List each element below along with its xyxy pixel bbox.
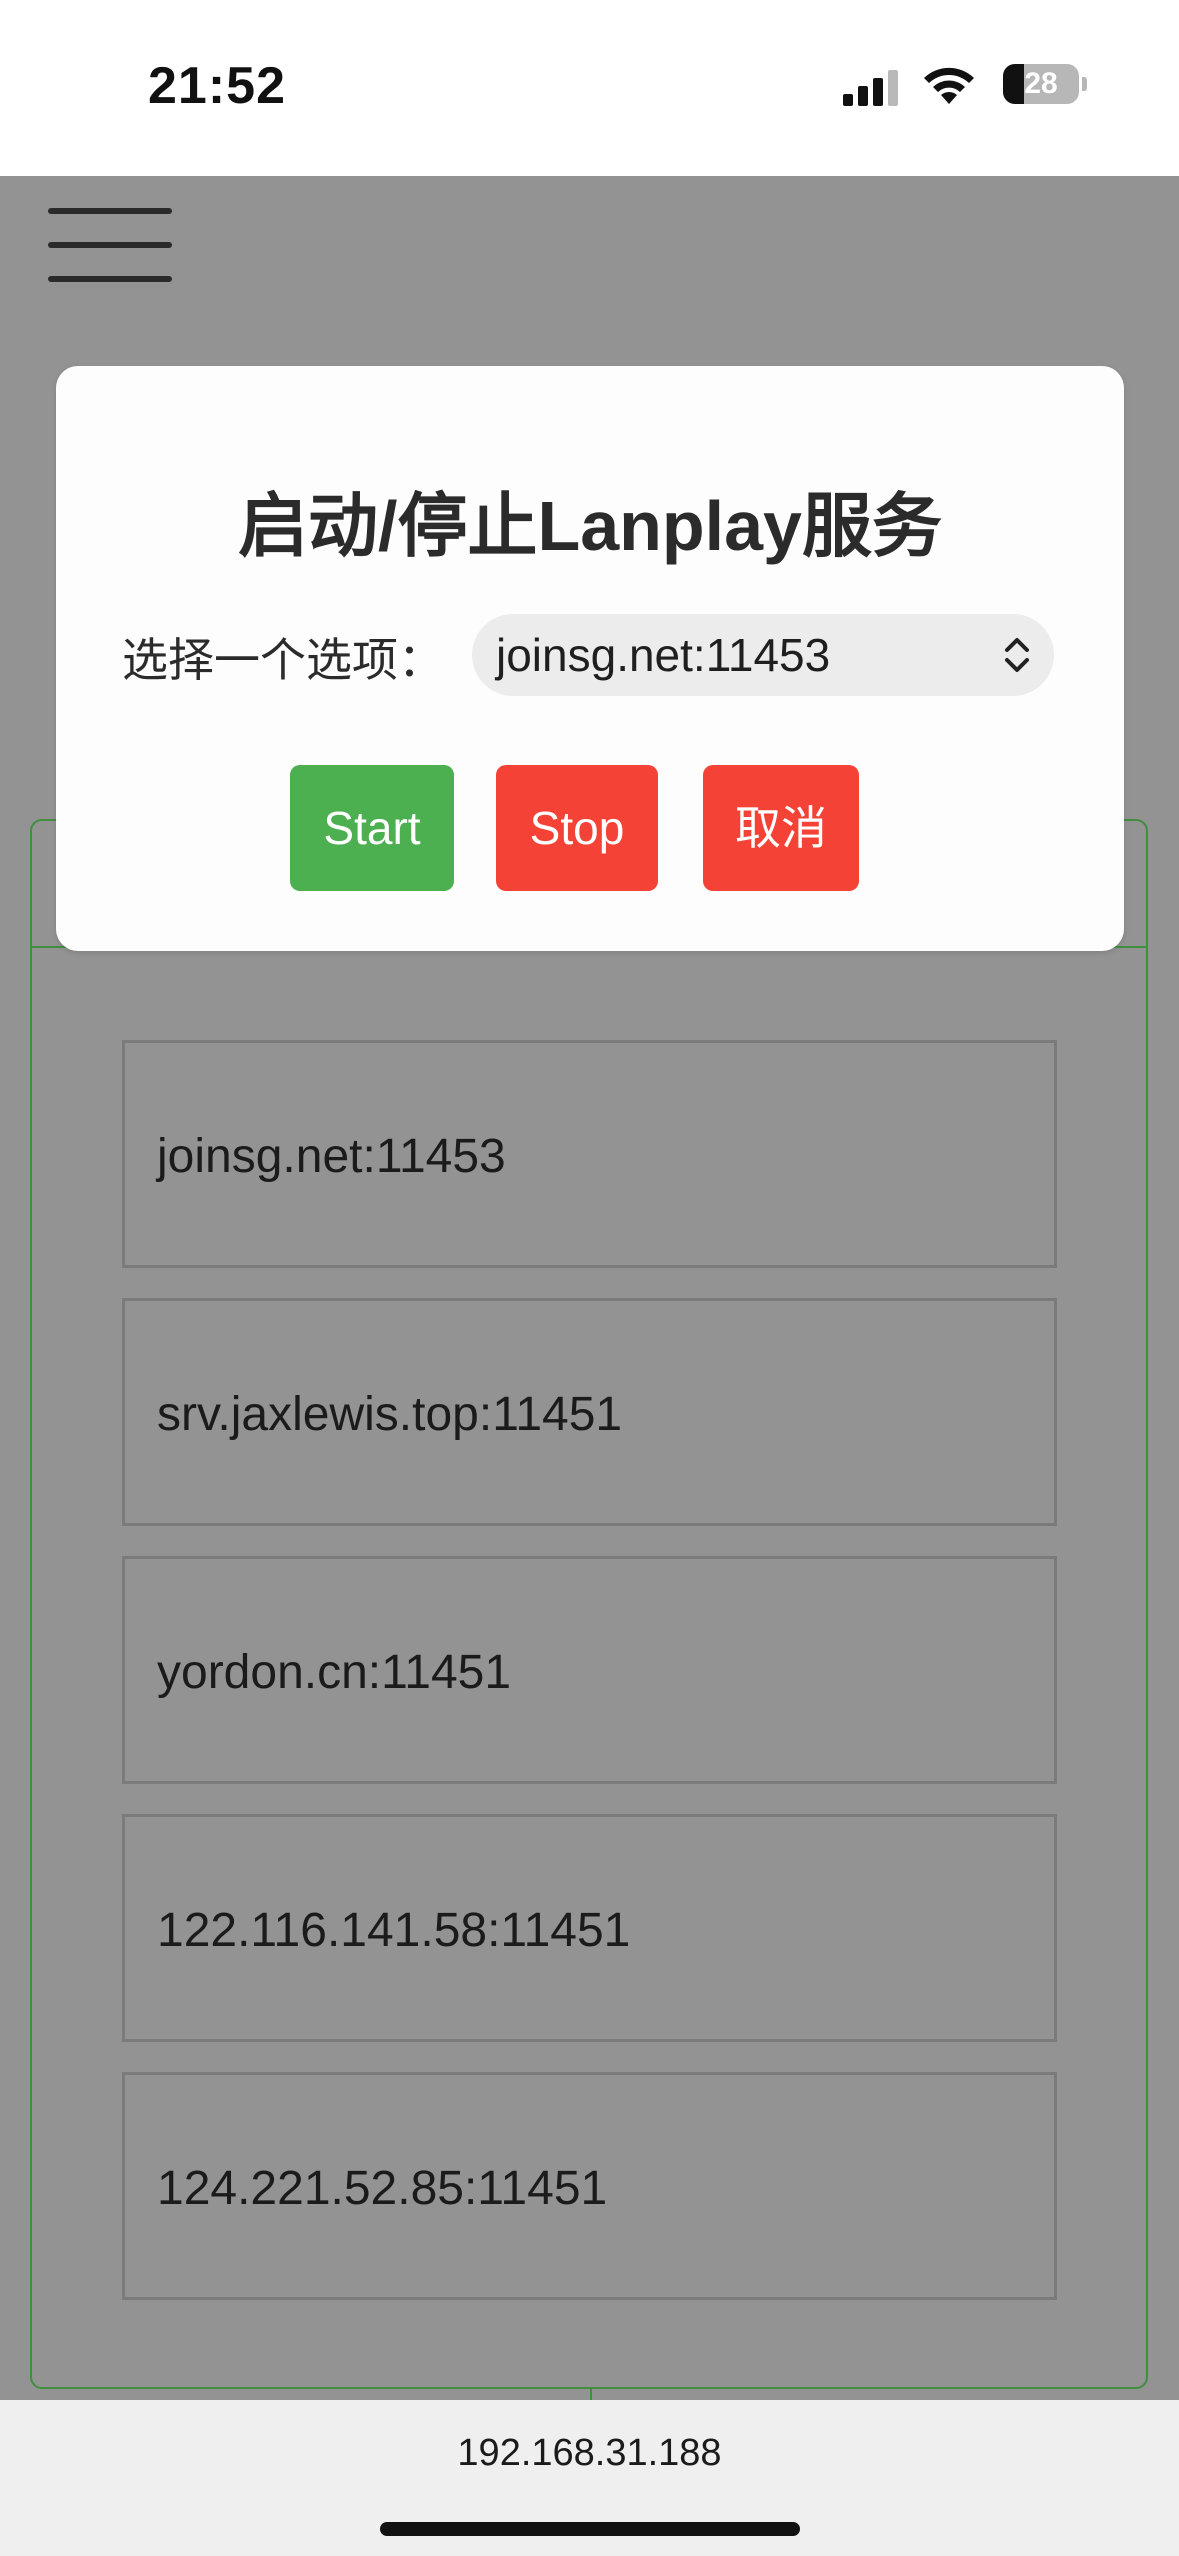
chevron-up-down-icon [1005,638,1029,672]
server-item[interactable]: 124.221.52.85:11451 [122,2072,1057,2300]
battery-level: 28 [1024,67,1058,100]
start-button[interactable]: Start [290,765,454,891]
status-bar: 21:52 28 [0,0,1179,176]
signal-icon [843,70,898,106]
battery-icon: 28 [1003,62,1089,106]
server-label: srv.jaxlewis.top:11451 [157,1388,623,1441]
status-time: 21:52 [148,57,286,115]
url-text[interactable]: 192.168.31.188 [0,2432,1179,2475]
server-list: joinsg.net:11453 srv.jaxlewis.top:11451 … [122,1040,1057,2300]
stop-button[interactable]: Stop [496,765,658,891]
server-item[interactable]: joinsg.net:11453 [122,1040,1057,1268]
selected-option: joinsg.net:11453 [496,629,831,681]
address-bar[interactable]: 192.168.31.188 [0,2400,1179,2556]
hamburger-menu-icon[interactable] [48,190,172,282]
modal-title: 启动/停止Lanplay服务 [238,487,942,565]
server-label: 124.221.52.85:11451 [157,2162,608,2215]
home-indicator[interactable] [380,2522,800,2536]
cancel-button[interactable]: 取消 [703,765,859,891]
server-select[interactable]: joinsg.net:11453 [472,614,1054,696]
select-label: 选择一个选项： [122,634,444,686]
server-label: yordon.cn:11451 [157,1646,512,1699]
server-label: 122.116.141.58:11451 [157,1904,631,1957]
service-modal: 启动/停止Lanplay服务 选择一个选项： joinsg.net:11453 … [56,366,1124,951]
server-item[interactable]: srv.jaxlewis.top:11451 [122,1298,1057,1526]
server-item[interactable]: yordon.cn:11451 [122,1556,1057,1784]
server-label: joinsg.net:11453 [157,1130,506,1183]
server-item[interactable]: 122.116.141.58:11451 [122,1814,1057,2042]
center-divider [590,2389,592,2400]
wifi-icon [924,67,974,104]
